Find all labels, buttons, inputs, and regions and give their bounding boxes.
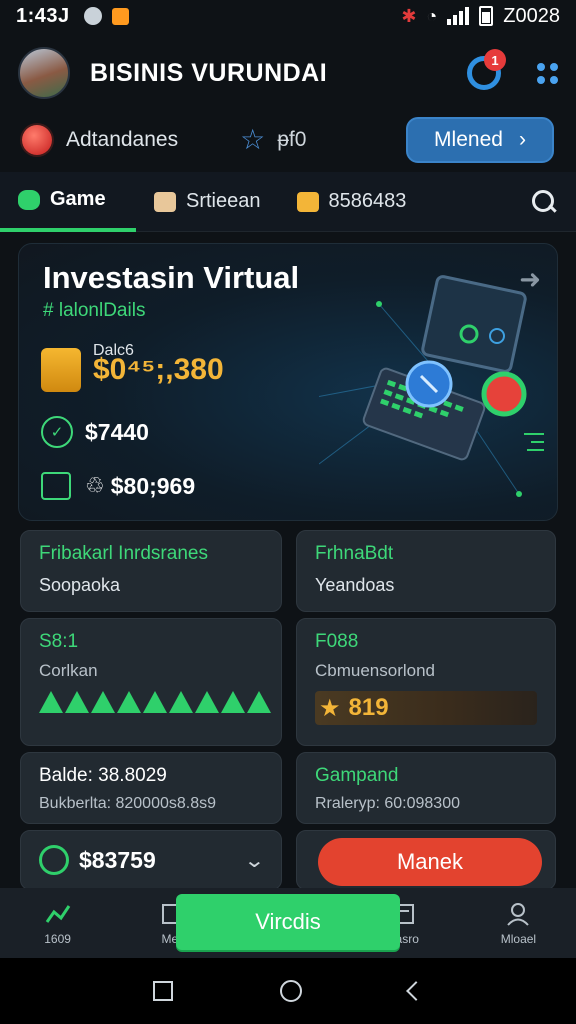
status-time: 1:43J	[16, 4, 70, 27]
globe-icon	[39, 845, 69, 875]
check-icon: ✓	[41, 416, 73, 448]
card-balance[interactable]: Balde: 38.8029 Bukberlta: 820000s8.8s9	[20, 752, 282, 824]
coin-icon	[296, 191, 319, 212]
sync-icon: ♲	[85, 473, 105, 498]
tab-label: Srtieean	[186, 190, 261, 212]
app-header: BISINIS VURUNDAI 1	[0, 32, 576, 114]
home-icon[interactable]	[279, 980, 302, 1002]
card-title: Fribakarl Inrdsranes	[39, 543, 208, 564]
hero-card[interactable]: Investasin Virtual # lalonlDails ➜ Dalc6…	[18, 243, 558, 521]
star-icon: ☆	[240, 124, 266, 155]
card-stats[interactable]: S8:1 Corlkan	[20, 618, 282, 746]
record-icon	[22, 125, 52, 155]
tab-game[interactable]: Game	[0, 172, 136, 232]
menu-button[interactable]: Mlened ›	[406, 117, 554, 163]
star-counter[interactable]: ☆ ᵽf0	[240, 126, 306, 154]
card-title: S8:1	[39, 631, 79, 652]
wallet-icon	[41, 472, 71, 500]
currency-select[interactable]: $83759 ⌄	[20, 830, 282, 890]
tab-coins[interactable]: 8586483	[279, 172, 425, 232]
app-title: BISINIS VURUNDAI	[90, 58, 328, 87]
card-title: Gampand	[315, 765, 399, 786]
chevron-down-icon: ⌄	[243, 849, 266, 872]
rating-bar: ★ 819	[315, 691, 537, 725]
card-feature-1[interactable]: Fribakarl Inrdsranes Soopaoka	[20, 530, 282, 612]
battery-icon	[479, 6, 494, 26]
progress-triangles	[39, 691, 271, 713]
manek-button[interactable]: Manek	[318, 838, 542, 886]
person-icon	[507, 903, 530, 926]
hero-title: Investasin Virtual	[43, 260, 300, 295]
card-gampand[interactable]: Gampand Rraleryp: 60:098300	[296, 752, 556, 824]
card-rating[interactable]: F088 Cbmuensorlond ★ 819	[296, 618, 556, 746]
hero-row-2: ♲ $80;969	[41, 472, 195, 500]
bluetooth-icon: ✱	[401, 5, 417, 26]
app-status-icon	[83, 7, 102, 25]
card-text: Corlkan	[39, 661, 98, 680]
card-title: F088	[315, 631, 359, 652]
card-text: Soopaoka	[39, 575, 121, 595]
wifi-icon: ◔	[426, 5, 438, 26]
arrow-right-icon[interactable]: ➜	[519, 264, 541, 295]
card-text: Bukberlta: 820000s8.8s9	[39, 795, 217, 812]
summary-row: Adtandanes ☆ ᵽf0 Mlened ›	[0, 114, 576, 166]
hero-value-1: $7440	[85, 418, 149, 445]
battery-text: Z0028	[503, 4, 560, 27]
search-icon[interactable]	[532, 189, 556, 214]
avatar[interactable]	[18, 47, 70, 99]
nav-label: Mloael	[500, 932, 537, 946]
card-text: Cbmuensorlond	[315, 661, 436, 680]
card-title: Balde: 38.8029	[39, 765, 167, 786]
card-title: FrhnaBdt	[315, 543, 394, 564]
notification-button[interactable]: 1	[467, 49, 506, 90]
tab-label: Game	[50, 188, 106, 210]
card-feature-2[interactable]: FrhnaBdt Yeandoas	[296, 530, 556, 612]
star-value: ᵽf0	[277, 128, 307, 151]
hero-row-1: ✓ $7440	[41, 416, 149, 448]
back-icon[interactable]	[405, 981, 426, 1001]
laptop-illustration	[319, 275, 544, 497]
chevron-right-icon: ›	[518, 128, 526, 151]
status-bar: 1:43J ✱ ◔ Z0028	[0, 0, 576, 32]
nav-item-stats[interactable]: 1609	[0, 888, 115, 958]
tab-bar: Game Srtieean 8586483	[0, 172, 576, 232]
recents-icon[interactable]	[153, 981, 174, 1001]
nav-item-profile[interactable]: Mloael	[461, 888, 576, 958]
card-text: Rraleryp: 60:098300	[315, 795, 460, 812]
hero-balance: $0⁴⁵;,380	[93, 353, 224, 386]
notification-app-icon	[111, 7, 129, 25]
notification-badge: 1	[484, 49, 506, 71]
game-icon	[18, 189, 40, 210]
tab-shop[interactable]: Srtieean	[136, 172, 279, 232]
card-text: Yeandoas	[315, 575, 395, 595]
menu-button-label: Mlened	[434, 128, 503, 151]
hero-balance-row: $0⁴⁵;,380	[41, 348, 224, 392]
star-icon: ★	[319, 694, 341, 722]
virtual-cta-button[interactable]: Vircdis	[176, 894, 400, 950]
chart-icon	[45, 905, 70, 923]
tab-label: 8586483	[328, 190, 407, 212]
shop-icon	[154, 191, 176, 212]
nav-label: 1609	[44, 932, 71, 946]
signal-icon	[447, 7, 470, 25]
rating-value: 819	[348, 694, 389, 721]
hero-value-2: $80;969	[110, 472, 196, 499]
currency-value: $83759	[79, 846, 156, 873]
lock-icon	[41, 348, 81, 392]
hero-subtitle: # lalonlDails	[43, 300, 146, 321]
system-nav-bar	[0, 958, 576, 1024]
apps-grid-icon[interactable]	[537, 62, 558, 84]
summary-label: Adtandanes	[66, 128, 179, 151]
